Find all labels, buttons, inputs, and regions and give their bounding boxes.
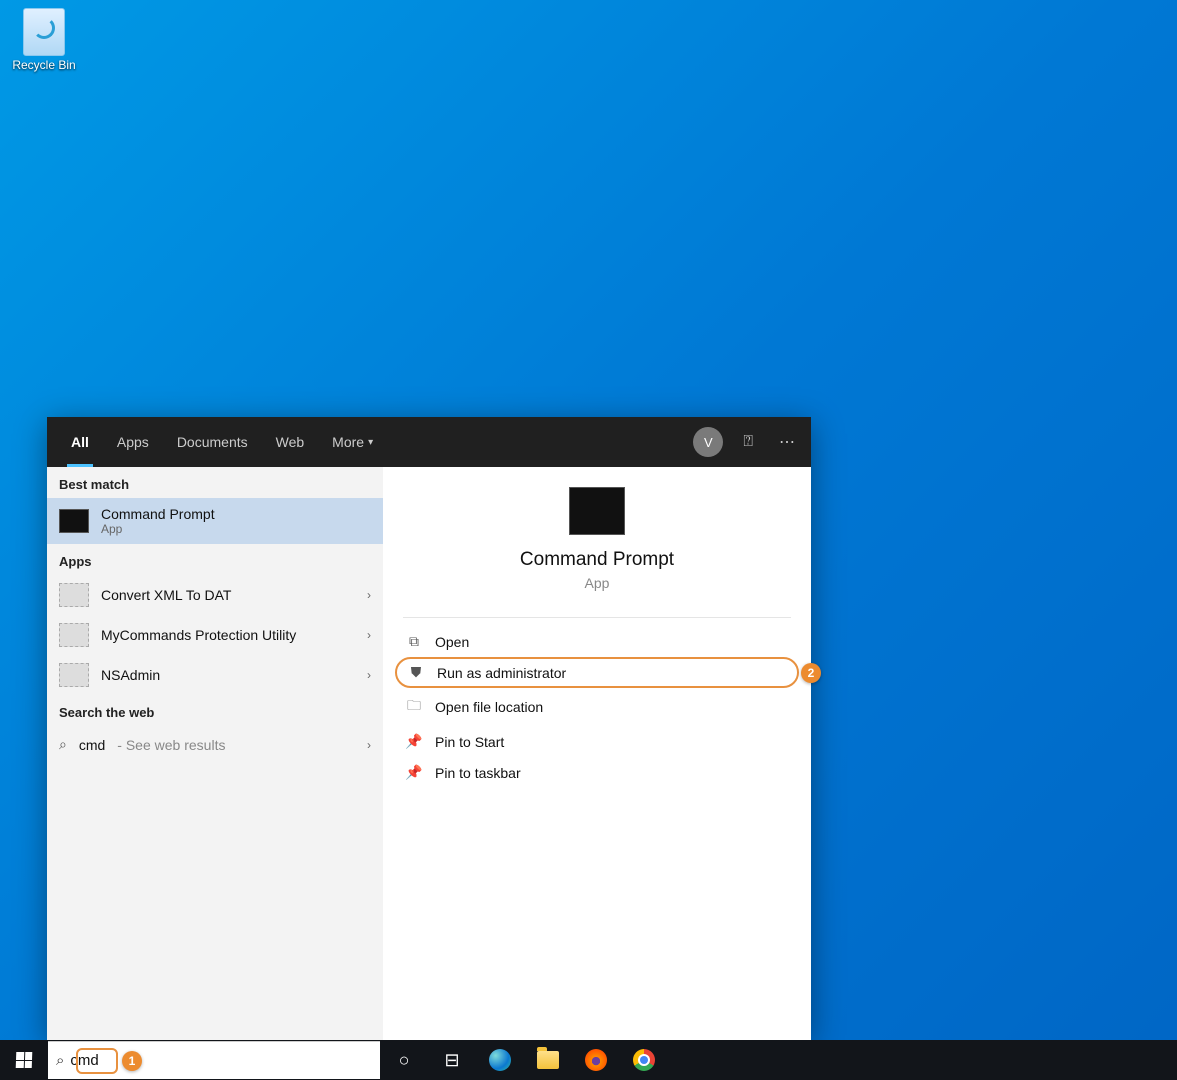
- action-label: Pin to Start: [435, 734, 504, 750]
- result-subtitle: App: [101, 522, 215, 536]
- command-prompt-icon: [59, 509, 89, 533]
- windows-logo-icon: [16, 1052, 33, 1068]
- detail-title: Command Prompt: [403, 549, 791, 571]
- recycle-bin-label: Recycle Bin: [8, 58, 80, 72]
- more-options-icon[interactable]: ⋯: [773, 426, 801, 458]
- tab-more[interactable]: More ▾: [318, 417, 387, 467]
- tab-apps[interactable]: Apps: [103, 417, 163, 467]
- section-web: Search the web: [47, 695, 383, 726]
- taskbar: ⌕ 1 ○ ⊟: [0, 1040, 1177, 1080]
- edge-icon: [489, 1049, 511, 1071]
- result-title: MyCommands Protection Utility: [101, 627, 296, 643]
- action-open-file-location[interactable]: 🗀 Open file location: [395, 688, 799, 726]
- result-detail: Command Prompt App ⧉ Open ⛊ Run as admin…: [383, 467, 811, 1040]
- tab-more-label: More: [332, 434, 364, 450]
- action-open[interactable]: ⧉ Open: [395, 626, 799, 657]
- tab-web[interactable]: Web: [262, 417, 319, 467]
- web-query-text: cmd: [79, 737, 105, 753]
- folder-location-icon: 🗀: [405, 695, 423, 719]
- result-title: Command Prompt: [101, 506, 215, 522]
- action-pin-to-taskbar[interactable]: 📌 Pin to taskbar: [395, 757, 799, 788]
- chevron-right-icon: ›: [367, 588, 371, 602]
- chevron-right-icon: ›: [367, 668, 371, 682]
- chevron-right-icon: ›: [367, 738, 371, 752]
- search-icon: ⌕: [59, 736, 67, 753]
- desktop-recycle-bin[interactable]: Recycle Bin: [8, 8, 80, 72]
- result-title: Convert XML To DAT: [101, 587, 231, 603]
- start-button[interactable]: [0, 1040, 48, 1080]
- app-icon: [59, 623, 89, 647]
- pin-icon: 📌: [405, 764, 423, 781]
- result-mycommands[interactable]: MyCommands Protection Utility ›: [47, 615, 383, 655]
- search-tabs: All Apps Documents Web More ▾: [57, 417, 387, 467]
- action-label: Open: [435, 634, 469, 650]
- chrome-browser[interactable]: [620, 1040, 668, 1080]
- tab-documents[interactable]: Documents: [163, 417, 262, 467]
- search-header: All Apps Documents Web More ▾ V ⍰ ⋯: [47, 417, 811, 467]
- start-search-panel: All Apps Documents Web More ▾ V ⍰ ⋯ Best…: [47, 417, 811, 1040]
- action-pin-to-start[interactable]: 📌 Pin to Start: [395, 726, 799, 757]
- result-convert-xml[interactable]: Convert XML To DAT ›: [47, 575, 383, 615]
- task-view-button[interactable]: ⊟: [428, 1040, 476, 1080]
- detail-subtitle: App: [403, 575, 791, 591]
- shield-icon: ⛊: [407, 664, 425, 681]
- open-icon: ⧉: [405, 633, 423, 650]
- tab-all[interactable]: All: [57, 417, 103, 467]
- result-command-prompt[interactable]: Command Prompt App: [47, 498, 383, 544]
- firefox-browser[interactable]: [572, 1040, 620, 1080]
- cortana-button[interactable]: ○: [380, 1040, 428, 1080]
- web-result-cmd[interactable]: ⌕ cmd - See web results ›: [47, 726, 383, 763]
- firefox-icon: [585, 1049, 607, 1071]
- action-label: Open file location: [435, 699, 543, 715]
- search-input[interactable]: [70, 1052, 372, 1069]
- command-prompt-icon: [569, 487, 625, 535]
- results-list: Best match Command Prompt App Apps Conve…: [47, 467, 383, 1040]
- annotation-badge-2: 2: [801, 663, 821, 683]
- folder-icon: [537, 1051, 559, 1069]
- recycle-bin-icon: [23, 8, 65, 56]
- result-title: NSAdmin: [101, 667, 160, 683]
- rewards-icon[interactable]: ⍰: [737, 427, 759, 457]
- divider: [403, 617, 791, 618]
- action-run-as-administrator[interactable]: ⛊ Run as administrator 2: [395, 657, 799, 688]
- edge-browser[interactable]: [476, 1040, 524, 1080]
- action-label: Run as administrator: [437, 665, 566, 681]
- chrome-icon: [633, 1049, 655, 1071]
- search-icon: ⌕: [56, 1052, 64, 1069]
- file-explorer[interactable]: [524, 1040, 572, 1080]
- app-icon: [59, 663, 89, 687]
- app-icon: [59, 583, 89, 607]
- user-avatar[interactable]: V: [693, 427, 723, 457]
- section-best-match: Best match: [47, 467, 383, 498]
- section-apps: Apps: [47, 544, 383, 575]
- annotation-badge-1: 1: [122, 1051, 142, 1071]
- pin-icon: 📌: [405, 733, 423, 750]
- chevron-right-icon: ›: [367, 628, 371, 642]
- taskbar-search[interactable]: ⌕ 1: [48, 1041, 380, 1079]
- result-nsadmin[interactable]: NSAdmin ›: [47, 655, 383, 695]
- web-suffix-text: - See web results: [117, 737, 225, 753]
- action-label: Pin to taskbar: [435, 765, 521, 781]
- chevron-down-icon: ▾: [368, 437, 373, 448]
